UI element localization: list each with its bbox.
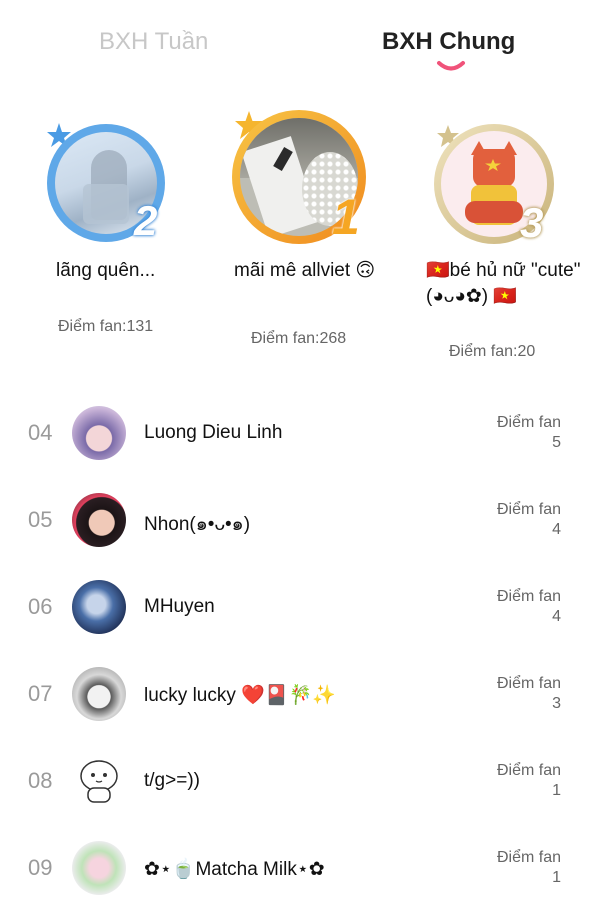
list-name: MHuyen: [144, 596, 215, 617]
list-score-value: 4: [552, 521, 561, 538]
podium-name: mãi mê allviet 🙃: [234, 260, 376, 281]
list-rank: 05: [28, 507, 53, 532]
active-tab-indicator: [437, 61, 465, 71]
podium-rank-1[interactable]: 1 mãi mê allviet 🙃 Điểm fan:268: [200, 100, 400, 380]
list-score-value: 1: [552, 869, 561, 886]
podium-rank-badge: 3: [520, 199, 544, 246]
avatar: [72, 406, 126, 460]
tab-general[interactable]: BXH Chung: [382, 28, 515, 56]
podium-score: Điểm fan:131: [58, 318, 154, 335]
list-item[interactable]: 05 Nhon(๑•ᴗ•๑) Điểm fan 4: [0, 477, 600, 563]
podium-name: lãng quên...: [56, 260, 156, 281]
list-rank: 04: [28, 420, 53, 445]
podium-score: Điểm fan:268: [251, 330, 347, 347]
list-score-label: Điểm fan: [496, 414, 561, 431]
list-score-label: Điểm fan: [496, 675, 561, 692]
list-item[interactable]: 07 lucky lucky ❤️🎴🎋✨ Điểm fan 3: [0, 651, 600, 737]
podium: 2 lãng quên... Điểm fan:131 1 mãi mê all…: [0, 100, 600, 380]
list-score-label: Điểm fan: [496, 762, 561, 779]
list-score-value: 4: [552, 608, 561, 625]
list-score-label: Điểm fan: [496, 588, 561, 605]
list-score-value: 5: [552, 434, 561, 451]
podium-rank-3[interactable]: 3 🇻🇳bé hủ nữ "cute" (◕ᴗ◕✿) 🇻🇳 Điểm fan:2…: [400, 100, 600, 380]
podium-score: Điểm fan:20: [449, 343, 536, 360]
list-name: lucky lucky ❤️🎴🎋✨: [144, 685, 336, 706]
list-item[interactable]: 04 Luong Dieu Linh Điểm fan 5: [0, 390, 600, 476]
list-item[interactable]: 06 MHuyen Điểm fan 4: [0, 564, 600, 650]
tab-weekly[interactable]: BXH Tuần: [99, 28, 208, 56]
list-score-value: 1: [552, 782, 561, 799]
list-name: ✿⋆🍵Matcha Milk⋆✿: [144, 859, 325, 880]
list-score-value: 3: [552, 695, 561, 712]
list-item[interactable]: 09 ✿⋆🍵Matcha Milk⋆✿ Điểm fan 1: [0, 825, 600, 904]
list-rank: 09: [28, 855, 53, 880]
avatar: [72, 493, 126, 547]
avatar: [72, 580, 126, 634]
list-rank: 06: [28, 594, 53, 619]
podium-rank-badge: 2: [134, 197, 158, 244]
list-score-label: Điểm fan: [496, 501, 561, 518]
podium-rank-2[interactable]: 2 lãng quên... Điểm fan:131: [0, 100, 200, 380]
podium-name: 🇻🇳bé hủ nữ "cute" (◕ᴗ◕✿) 🇻🇳: [426, 260, 581, 307]
list-name: Nhon(๑•ᴗ•๑): [144, 514, 251, 535]
avatar: [72, 841, 126, 895]
avatar: [72, 754, 126, 808]
list-rank: 08: [28, 768, 53, 793]
leaderboard-tabs: BXH Tuần BXH Chung: [0, 0, 600, 90]
avatar: [72, 667, 126, 721]
list-name: t/g>=)): [144, 770, 200, 791]
list-score-label: Điểm fan: [496, 849, 561, 866]
list-item[interactable]: 08 t/g>=)) Điểm fan 1: [0, 738, 600, 824]
podium-rank-badge: 1: [332, 189, 360, 245]
list-name: Luong Dieu Linh: [144, 422, 283, 443]
list-rank: 07: [28, 681, 53, 706]
